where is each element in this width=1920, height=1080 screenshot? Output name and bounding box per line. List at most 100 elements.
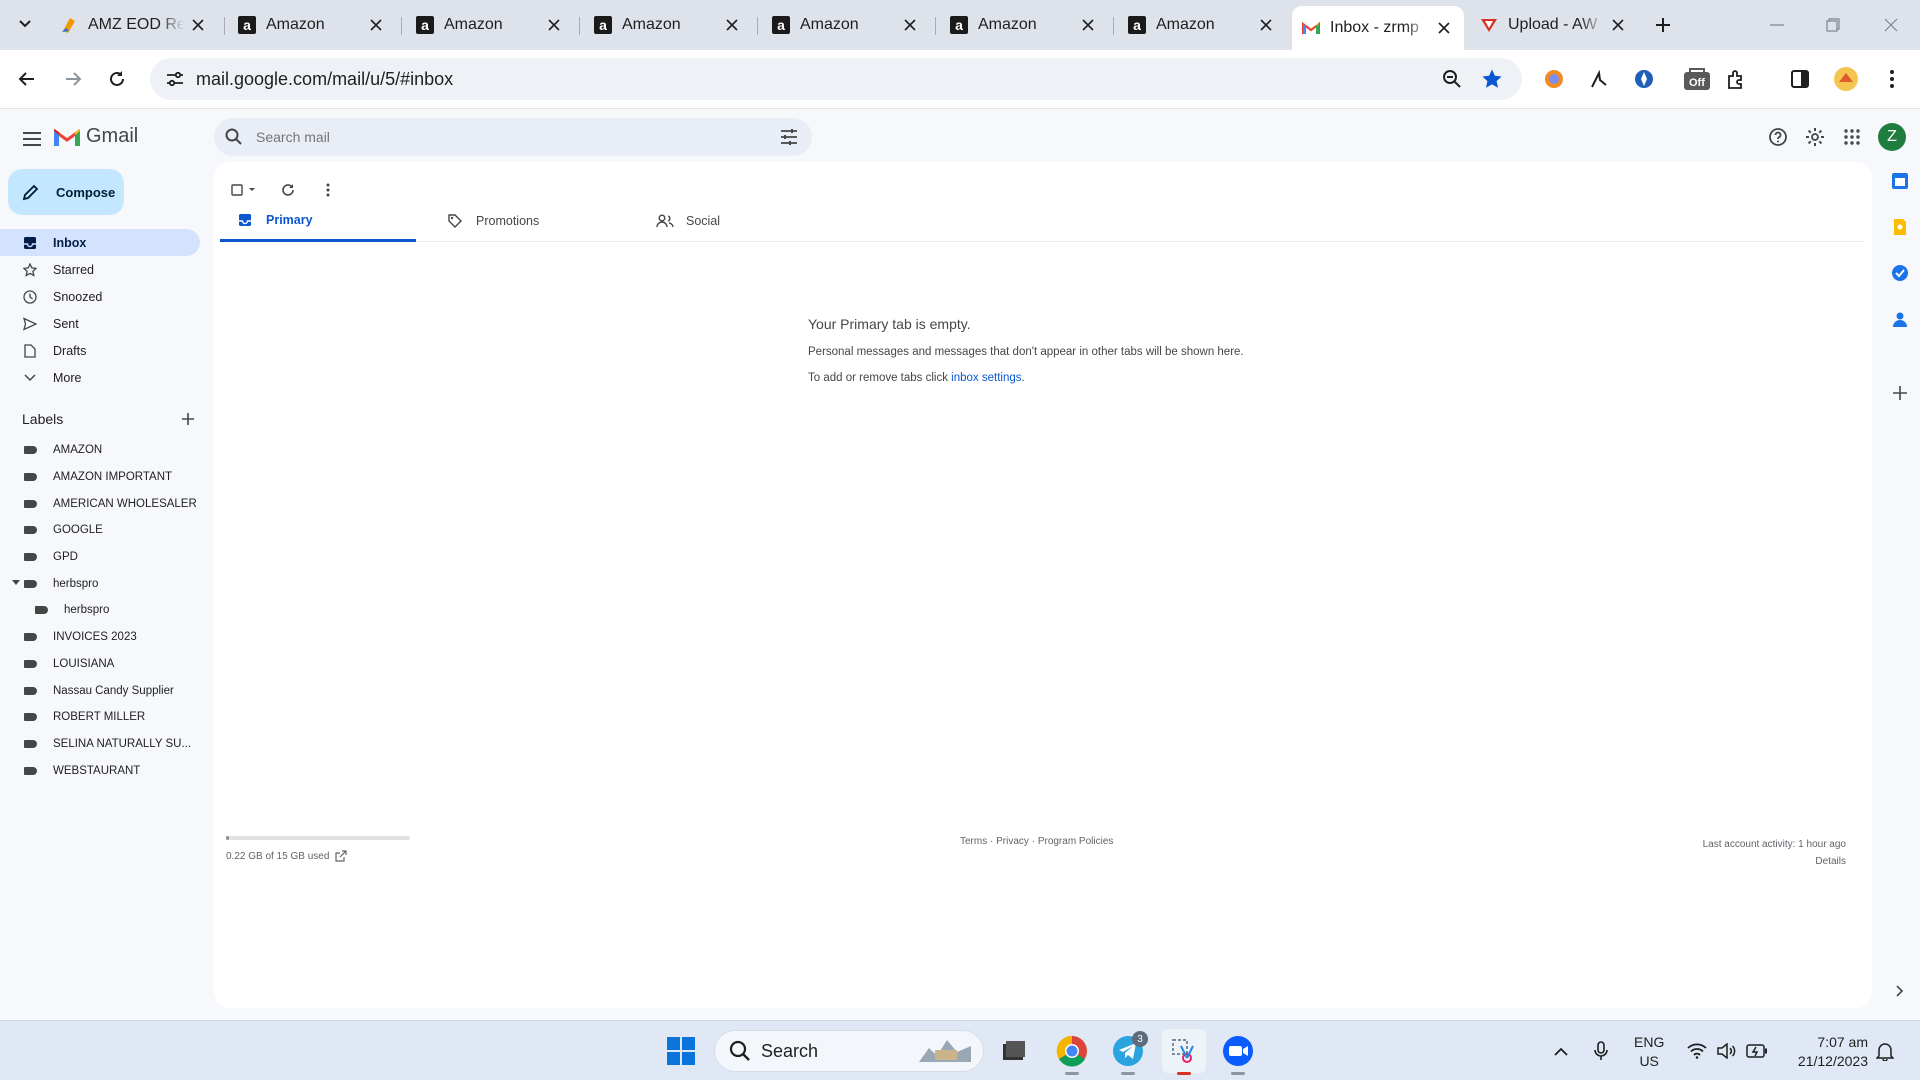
extensions-puzzle-icon[interactable]: [1722, 65, 1750, 93]
label-item[interactable]: AMERICAN WHOLESALER: [0, 490, 200, 517]
extension-orange-icon[interactable]: [1540, 65, 1568, 93]
label-item[interactable]: AMAZON IMPORTANT: [0, 464, 200, 491]
nav-item-snoozed[interactable]: Snoozed: [0, 283, 200, 310]
inbox-settings-link[interactable]: inbox settings: [951, 372, 1021, 384]
browser-tab[interactable]: Upload - AW: [1470, 9, 1638, 41]
contacts-icon[interactable]: [1888, 307, 1912, 331]
label-item[interactable]: Nassau Candy Supplier: [0, 677, 200, 704]
address-bar[interactable]: mail.google.com/mail/u/5/#inbox: [150, 58, 1522, 100]
gmail-logo[interactable]: Gmail: [54, 125, 138, 148]
label-item[interactable]: ROBERT MILLER: [0, 704, 200, 731]
tab-search-button[interactable]: [11, 10, 39, 38]
browser-tab[interactable]: a Amazon: [406, 9, 574, 41]
extension-off-icon[interactable]: Off: [1680, 65, 1714, 93]
account-avatar[interactable]: Z: [1878, 123, 1906, 151]
new-tab-button[interactable]: [1650, 12, 1676, 38]
google-apps-icon[interactable]: [1840, 125, 1864, 149]
notification-bell-icon[interactable]: [1872, 1039, 1898, 1063]
bookmark-star-icon[interactable]: [1478, 65, 1506, 93]
nav-item-starred[interactable]: Starred: [0, 256, 200, 283]
back-button[interactable]: [10, 62, 44, 96]
label-item[interactable]: AMAZON: [0, 437, 200, 464]
close-icon[interactable]: [1078, 15, 1098, 35]
browser-tab-active[interactable]: Inbox - zrmp: [1292, 6, 1464, 50]
taskbar-search[interactable]: Search: [714, 1030, 984, 1072]
task-view-button[interactable]: [992, 1029, 1036, 1073]
browser-tab[interactable]: a Amazon: [584, 9, 752, 41]
taskbar-zoom[interactable]: [1216, 1029, 1260, 1075]
close-icon[interactable]: [188, 15, 208, 35]
label-item[interactable]: herbspro: [0, 570, 200, 597]
show-hidden-icons-chevron-up-icon[interactable]: [1548, 1039, 1574, 1063]
input-language[interactable]: ENG US: [1634, 1033, 1664, 1071]
browser-tab[interactable]: a Amazon: [1118, 9, 1286, 41]
add-app-plus-icon[interactable]: [1888, 381, 1912, 405]
main-menu-button[interactable]: [16, 123, 48, 155]
nav-item-inbox[interactable]: Inbox: [0, 229, 200, 256]
browser-tab[interactable]: a Amazon: [228, 9, 396, 41]
tab-primary[interactable]: Primary: [220, 200, 416, 242]
tab-promotions[interactable]: Promotions: [430, 200, 626, 242]
profile-avatar-icon[interactable]: [1832, 65, 1860, 93]
nav-item-sent[interactable]: Sent: [0, 310, 200, 337]
label-item[interactable]: SELINA NATURALLY SU...: [0, 731, 200, 758]
reload-button[interactable]: [100, 62, 134, 96]
label-item[interactable]: GOOGLE: [0, 517, 200, 544]
settings-gear-icon[interactable]: [1803, 125, 1827, 149]
search-bar[interactable]: [214, 118, 812, 156]
minimize-button[interactable]: [1762, 12, 1792, 38]
browser-tab[interactable]: AMZ EOD Re: [50, 9, 218, 41]
terms-link[interactable]: Terms: [960, 836, 987, 847]
close-window-button[interactable]: [1876, 12, 1906, 38]
restore-button[interactable]: [1818, 12, 1848, 38]
compose-button[interactable]: Compose: [8, 169, 124, 215]
close-icon[interactable]: [1434, 18, 1454, 38]
calendar-icon[interactable]: [1888, 169, 1912, 193]
forward-button[interactable]: [56, 62, 90, 96]
close-icon[interactable]: [544, 15, 564, 35]
keep-icon[interactable]: [1888, 215, 1912, 239]
label-item[interactable]: WEBSTAURANT: [0, 757, 200, 784]
expand-caret-icon[interactable]: [12, 580, 20, 586]
side-panel-icon[interactable]: [1786, 65, 1814, 93]
plus-icon[interactable]: [182, 413, 194, 425]
label-item-sublabel[interactable]: herbspro: [0, 597, 200, 624]
battery-icon[interactable]: [1744, 1039, 1770, 1063]
search-input[interactable]: [256, 129, 778, 145]
open-in-new-icon[interactable]: [335, 850, 348, 862]
tab-social[interactable]: Social: [640, 200, 836, 242]
close-icon[interactable]: [1608, 15, 1628, 35]
extension-arrow-icon[interactable]: [1585, 65, 1613, 93]
taskbar-chrome[interactable]: [1050, 1029, 1094, 1075]
program-policies-link[interactable]: Program Policies: [1038, 836, 1114, 847]
label-item[interactable]: LOUISIANA: [0, 651, 200, 678]
label-item[interactable]: INVOICES 2023: [0, 624, 200, 651]
details-link[interactable]: Details: [1815, 856, 1846, 867]
close-icon[interactable]: [1256, 15, 1276, 35]
close-icon[interactable]: [722, 15, 742, 35]
chevron-right-icon[interactable]: [1888, 979, 1912, 1003]
system-clock[interactable]: 7:07 am 21/12/2023: [1782, 1033, 1868, 1071]
taskbar-telegram[interactable]: 3: [1106, 1029, 1150, 1075]
wifi-icon[interactable]: [1684, 1039, 1710, 1063]
taskbar-snipping-tool[interactable]: [1162, 1029, 1206, 1075]
label-item[interactable]: GPD: [0, 544, 200, 571]
extension-compass-icon[interactable]: [1630, 65, 1658, 93]
privacy-link[interactable]: Privacy: [996, 836, 1029, 847]
nav-item-more[interactable]: More: [0, 364, 200, 391]
close-icon[interactable]: [900, 15, 920, 35]
nav-item-drafts[interactable]: Drafts: [0, 337, 200, 364]
browser-menu-icon[interactable]: [1878, 65, 1906, 93]
browser-tab[interactable]: a Amazon: [940, 9, 1108, 41]
close-icon[interactable]: [366, 15, 386, 35]
start-button[interactable]: [659, 1029, 703, 1073]
site-settings-icon[interactable]: [160, 64, 190, 94]
zoom-icon[interactable]: [1438, 65, 1466, 93]
search-options-icon[interactable]: [778, 126, 800, 148]
volume-icon[interactable]: [1714, 1039, 1740, 1063]
tasks-icon[interactable]: [1888, 261, 1912, 285]
browser-tab[interactable]: a Amazon: [762, 9, 930, 41]
help-icon[interactable]: [1766, 125, 1790, 149]
search-icon[interactable]: [224, 127, 244, 147]
microphone-icon[interactable]: [1588, 1039, 1614, 1063]
